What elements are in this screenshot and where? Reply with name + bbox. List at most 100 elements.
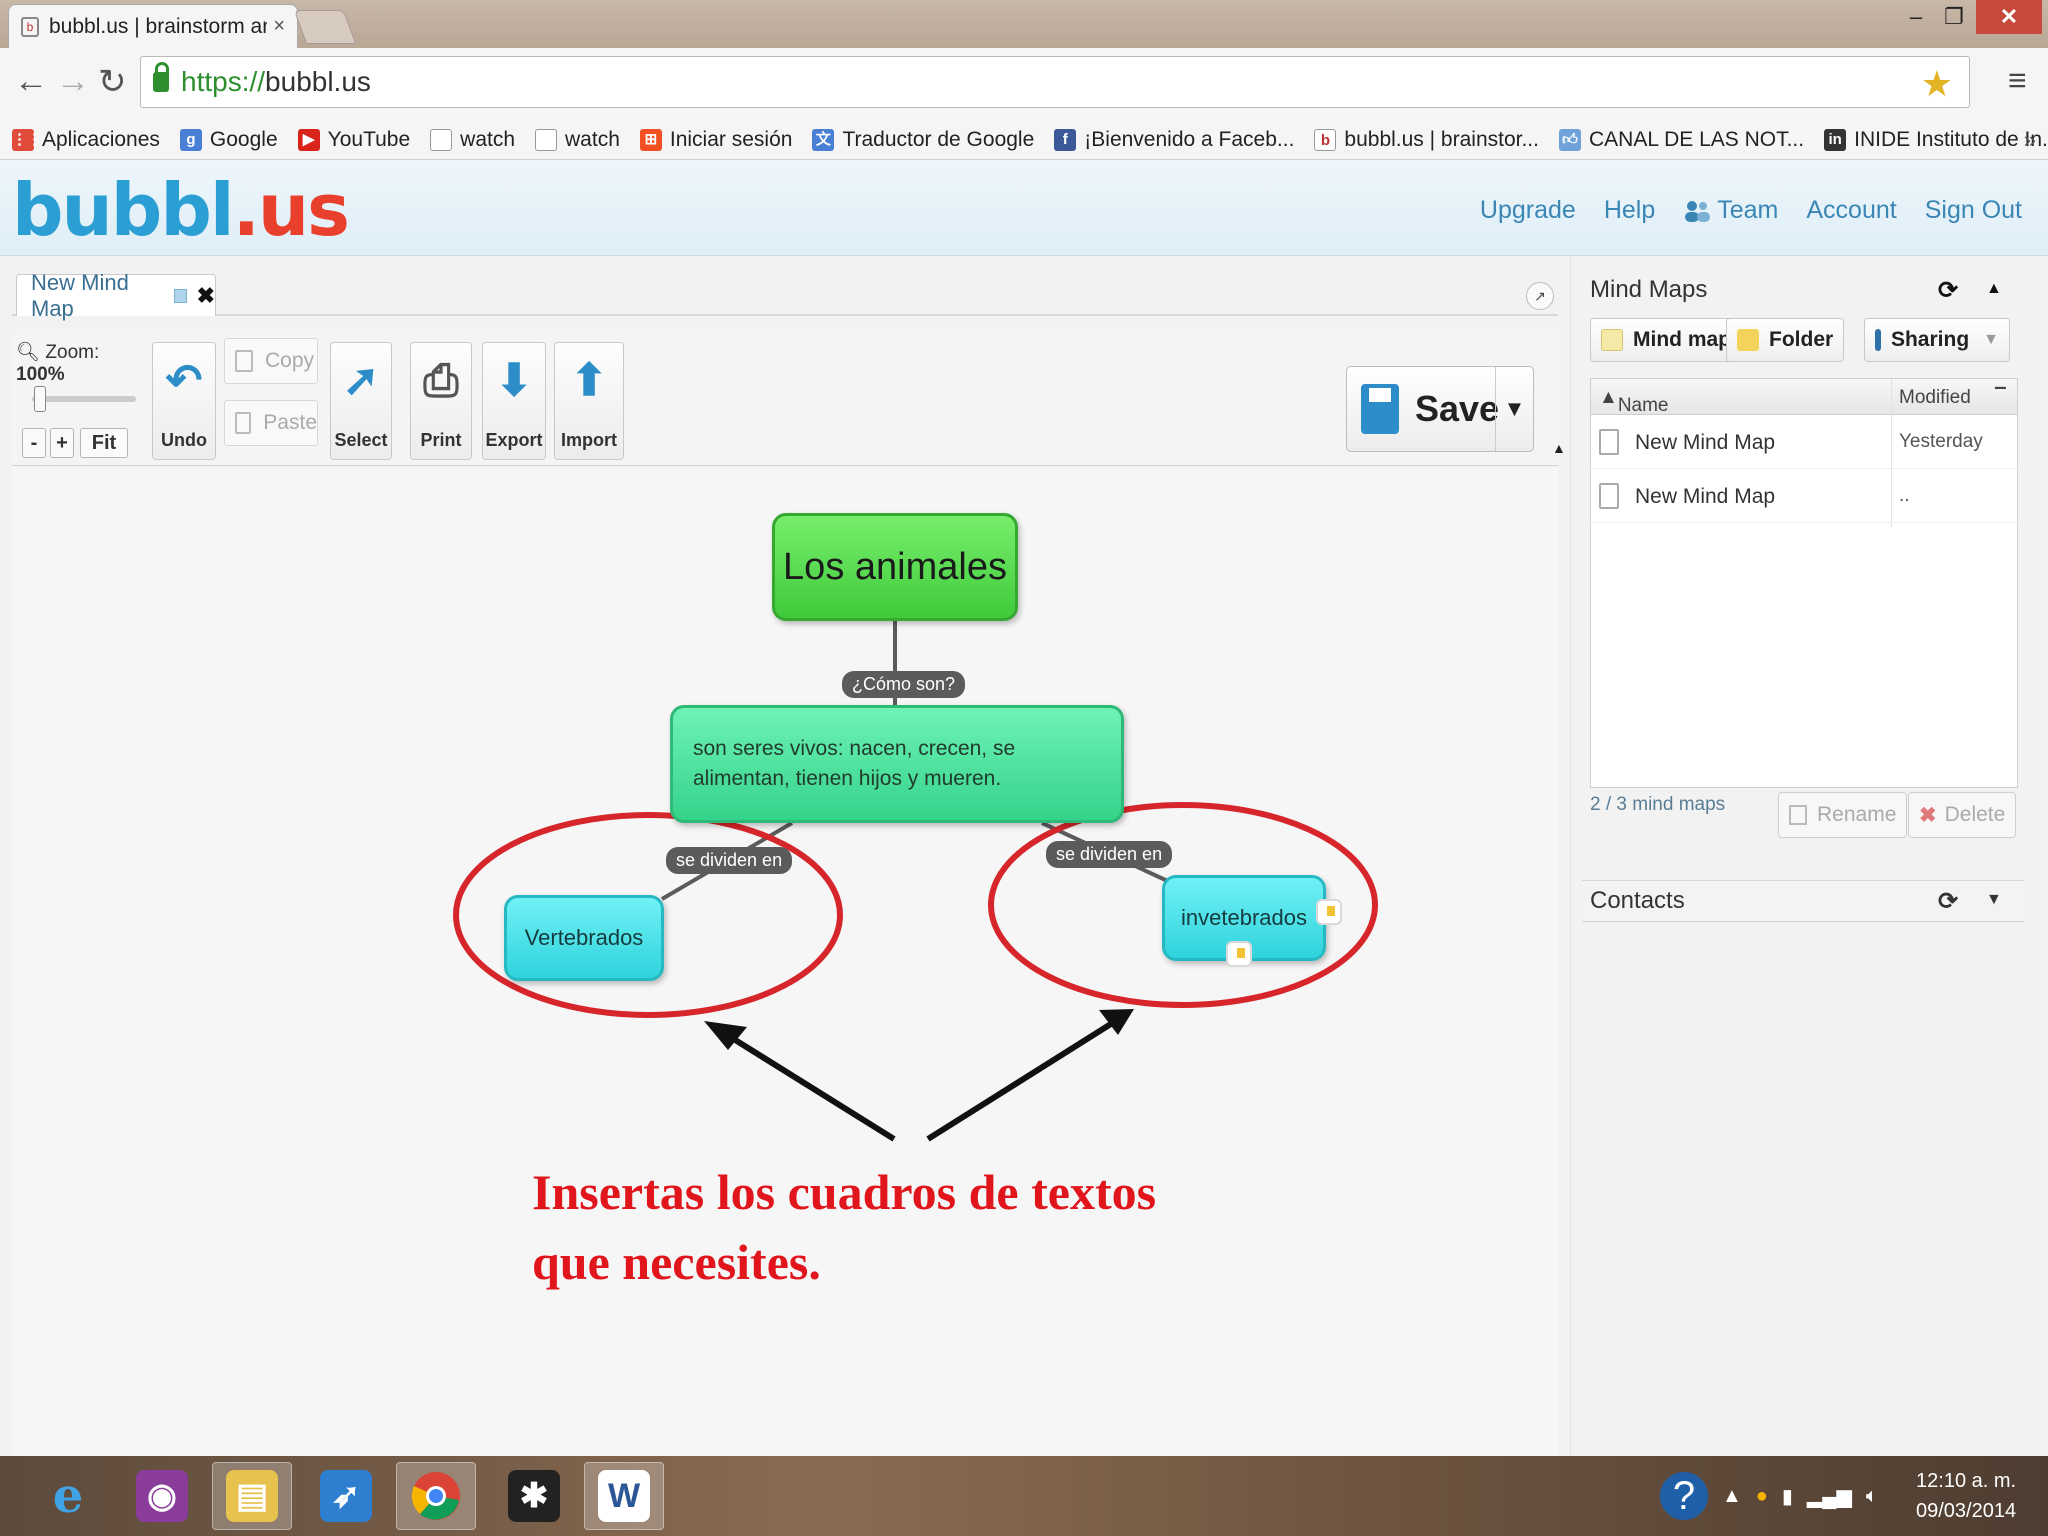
add-child-icon[interactable] xyxy=(1226,941,1252,967)
doc-tab-maximize-icon[interactable] xyxy=(173,288,187,303)
taskbar-internet-explorer[interactable]: e xyxy=(28,1462,108,1530)
taskbar-word[interactable]: W xyxy=(584,1462,664,1530)
bookmark-item[interactable]: b bubbl.us | brainstor... xyxy=(1314,128,1539,152)
list-item[interactable]: New Mind Map .. xyxy=(1591,469,2017,523)
taskbar-file-explorer[interactable]: ▤ xyxy=(212,1462,292,1530)
chrome-menu-icon[interactable]: ≡ xyxy=(2008,62,2027,99)
bookmark-item[interactable]: ▶ YouTube xyxy=(297,128,410,152)
bookmark-item[interactable]: watch xyxy=(535,128,620,152)
bookmark-item[interactable]: f ¡Bienvenido a Faceb... xyxy=(1054,128,1294,152)
address-bar[interactable]: https:// bubbl.us ★ xyxy=(140,56,1970,108)
contacts-panel-header[interactable]: Contacts ⟳ ▼ xyxy=(1582,880,2024,922)
node-vertebrados[interactable]: Vertebrados xyxy=(504,895,664,981)
taskbar-media-app[interactable]: ◉ xyxy=(122,1462,202,1530)
edge-label-root[interactable]: ¿Cómo son? xyxy=(842,671,966,698)
nav-sign-out[interactable]: Sign Out xyxy=(1925,196,2022,225)
zoom-fit-button[interactable]: Fit xyxy=(80,428,128,458)
taskbar-rocket-app[interactable]: ➶ xyxy=(306,1462,386,1530)
lock-icon xyxy=(153,62,169,92)
select-button[interactable]: ➚ Select xyxy=(330,342,392,460)
print-button[interactable]: ⎙ Print xyxy=(410,342,472,460)
tab-new-mind-map[interactable]: New Mind Map ✖ xyxy=(16,270,216,321)
help-icon[interactable]: ? xyxy=(1660,1472,1708,1520)
translate-icon: 文 xyxy=(812,128,835,151)
sharing-dropdown-icon[interactable]: ▼ xyxy=(1983,331,1999,349)
panel-collapse-icon[interactable]: ▲ xyxy=(1986,280,2002,298)
zoom-control: 🔍︎ Zoom: 100% - + Fit xyxy=(16,340,148,458)
nav-upgrade[interactable]: Upgrade xyxy=(1480,196,1576,225)
import-button[interactable]: ⬆ Import xyxy=(554,342,624,460)
network-signal-icon[interactable]: ▂▄▆ xyxy=(1807,1484,1852,1509)
editor-ribbon: 🔍︎ Zoom: 100% - + Fit ↶ Undo Copy Paste … xyxy=(12,330,1566,466)
add-note-icon[interactable] xyxy=(1316,899,1342,925)
bookmark-item[interactable]: g Google xyxy=(179,128,278,152)
reload-icon[interactable]: ↻ xyxy=(98,62,127,102)
apps-grid-icon: ⋮⋮ xyxy=(12,128,42,151)
tray-app-icon[interactable]: ● xyxy=(1756,1485,1768,1508)
contacts-refresh-icon[interactable]: ⟳ xyxy=(1938,887,1958,916)
taskbar-chrome[interactable] xyxy=(396,1462,476,1530)
new-folder-button[interactable]: Folder xyxy=(1726,318,1845,362)
tab-close-icon[interactable]: × xyxy=(273,15,285,38)
nav-team[interactable]: Team xyxy=(1683,196,1778,225)
window-close-button[interactable]: ✕ xyxy=(1976,0,2042,34)
back-arrow-icon[interactable]: ← xyxy=(14,62,48,101)
bookmark-star-icon[interactable]: ★ xyxy=(1921,63,1953,105)
refresh-icon[interactable]: ⟳ xyxy=(1938,276,1958,305)
bookmarks-overflow-icon[interactable]: » xyxy=(2024,127,2036,153)
sort-modified-column[interactable]: Modified xyxy=(1899,387,1971,409)
undo-button[interactable]: ↶ Undo xyxy=(152,342,216,460)
team-icon xyxy=(1685,201,1711,223)
zoom-out-button[interactable]: - xyxy=(22,428,46,458)
nav-account[interactable]: Account xyxy=(1806,196,1896,225)
save-dropdown-arrow-icon[interactable]: ▼ xyxy=(1495,367,1533,451)
edge-label-left[interactable]: se dividen en xyxy=(666,847,793,874)
zoom-slider-thumb[interactable] xyxy=(34,386,46,412)
nav-help[interactable]: Help xyxy=(1604,196,1655,225)
sharing-button[interactable]: Sharing ▼ xyxy=(1864,318,2010,362)
arrow-right-shaft xyxy=(926,1014,1124,1142)
bubbl-logo[interactable]: bubbl.us xyxy=(12,174,350,246)
export-button[interactable]: ⬇ Export xyxy=(482,342,546,460)
bookmark-item[interactable]: watch xyxy=(430,128,515,152)
new-mind-map-button[interactable]: Mind map xyxy=(1590,318,1742,362)
zoom-in-button[interactable]: + xyxy=(50,428,74,458)
bookmark-item[interactable]: 👍︎ CANAL DE LAS NOT... xyxy=(1558,128,1804,152)
bookmark-item[interactable]: 文 Traductor de Google xyxy=(812,128,1034,152)
collapse-panel-icon[interactable]: ↗ xyxy=(1526,282,1554,310)
floppy-disk-icon xyxy=(1361,384,1399,434)
list-item[interactable]: New Mind Map Yesterday xyxy=(1591,415,2017,469)
system-clock[interactable]: 12:10 a. m. 09/03/2014 xyxy=(1916,1466,2016,1526)
sort-name-column[interactable]: ▲ Name xyxy=(1599,387,1669,416)
battery-icon[interactable]: ▮ xyxy=(1782,1484,1793,1509)
zoom-slider-track[interactable] xyxy=(32,396,136,402)
bookmark-item[interactable]: ⋮⋮ Aplicaciones xyxy=(12,128,160,152)
new-tab-button[interactable] xyxy=(293,10,357,44)
inide-icon: in xyxy=(1824,128,1847,151)
copy-button[interactable]: Copy xyxy=(224,338,318,384)
contacts-title: Contacts xyxy=(1590,887,1685,914)
save-button[interactable]: Save ▼ xyxy=(1346,366,1534,452)
chrome-icon xyxy=(411,1472,460,1520)
rename-button[interactable]: Rename xyxy=(1778,792,1908,838)
column-menu-icon[interactable]: ▔ xyxy=(1995,387,2006,404)
forward-arrow-icon[interactable]: → xyxy=(56,62,90,101)
window-maximize-button[interactable]: ❐ xyxy=(1938,0,1970,34)
paste-button[interactable]: Paste xyxy=(224,400,318,446)
bookmark-item[interactable]: in INIDE Instituto de In... xyxy=(1824,128,2048,152)
tray-expand-icon[interactable]: ▲ xyxy=(1722,1485,1742,1508)
ribbon-collapse-arrow-icon[interactable]: ▲ xyxy=(1552,440,1566,456)
node-description[interactable]: son seres vivos: nacen, crecen, se alime… xyxy=(670,705,1124,823)
contacts-expand-icon[interactable]: ▼ xyxy=(1986,891,2002,909)
bookmark-item[interactable]: ⊞ Iniciar sesión xyxy=(639,128,792,152)
taskbar-puzzle-app[interactable]: ✱ xyxy=(494,1462,574,1530)
document-icon xyxy=(1599,429,1619,455)
node-root[interactable]: Los animales xyxy=(772,513,1018,621)
delete-button[interactable]: ✖ Delete xyxy=(1908,792,2017,838)
window-minimize-button[interactable]: – xyxy=(1900,0,1932,34)
volume-icon[interactable]: 🔈︎ xyxy=(1866,1485,1878,1508)
browser-tab[interactable]: b bubbl.us | brainstorm and × xyxy=(8,4,298,48)
doc-tab-close-icon[interactable]: ✖ xyxy=(197,283,215,309)
edge-label-right[interactable]: se dividen en xyxy=(1046,841,1173,868)
mind-map-canvas[interactable]: Los animales ¿Cómo son? son seres vivos:… xyxy=(12,467,1558,1467)
